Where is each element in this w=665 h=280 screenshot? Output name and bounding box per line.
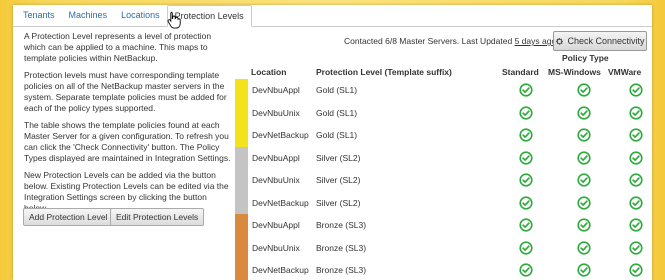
check-circle-icon [577, 83, 591, 97]
location-cell: DevNbuUnix [252, 175, 300, 186]
check-circle-icon [577, 240, 591, 255]
protection-levels-panel: Tenants Machines Locations Protection Le… [13, 5, 652, 280]
tab-tenants[interactable]: Tenants [16, 5, 62, 26]
gear-icon [556, 37, 564, 45]
column-header-ms-windows: MS-Windows [548, 67, 601, 77]
protection-level-cell: Bronze (SL3) [316, 242, 367, 253]
check-circle-icon [519, 195, 533, 210]
table-row: DevNetBackup Gold (SL1) [235, 124, 652, 147]
protection-level-cell: Silver (SL2) [316, 152, 361, 163]
check-circle-icon [577, 263, 591, 277]
column-header-vmware: VMWare [608, 67, 642, 77]
check-circle-icon [519, 83, 533, 97]
check-circle-icon [519, 218, 533, 232]
location-cell: DevNetBackup [252, 265, 309, 276]
protection-level-table: DevNbuAppl Gold (SL1) DevNbuUnix Gold (SL1)… [235, 79, 652, 280]
column-header-protection-level: Protection Level (Template suffix) [316, 67, 452, 77]
description-section: A Protection Level represents a level of… [24, 31, 232, 220]
table-row: DevNbuUnix Silver (SL2) [235, 169, 652, 192]
protection-level-cell: Silver (SL2) [316, 197, 361, 208]
protection-level-cell: Bronze (SL3) [316, 265, 367, 276]
protection-level-cell: Gold (SL1) [316, 85, 358, 96]
check-circle-icon [629, 173, 643, 187]
check-circle-icon [629, 263, 643, 277]
check-circle-icon [519, 150, 533, 165]
check-circle-icon [629, 150, 643, 165]
hand-pointer-icon [167, 11, 181, 29]
table-row: DevNetBackup Bronze (SL3) [235, 259, 652, 280]
protection-tier-color-bar [235, 101, 248, 124]
table-row: DevNbuUnix Gold (SL1) [235, 101, 652, 124]
check-circle-icon [519, 263, 533, 277]
table-row: DevNbuAppl Bronze (SL3) [235, 214, 652, 237]
protection-tier-color-bar [235, 236, 248, 259]
location-cell: DevNbuUnix [252, 107, 300, 118]
protection-tier-color-bar [235, 124, 248, 147]
location-cell: DevNbuAppl [252, 220, 300, 231]
status-prefix: Contacted 6/8 Master Servers. Last Updat… [344, 36, 513, 46]
check-connectivity-label: Check Connectivity [567, 36, 645, 46]
policy-type-header: Policy Type [562, 53, 609, 63]
protection-level-cell: Bronze (SL3) [316, 220, 367, 231]
check-circle-icon [629, 218, 643, 232]
tab-bar: Tenants Machines Locations Protection Le… [13, 5, 652, 27]
table-row: DevNbuAppl Gold (SL1) [235, 79, 652, 102]
check-connectivity-button[interactable]: Check Connectivity [553, 31, 647, 51]
check-circle-icon [519, 240, 533, 255]
protection-level-cell: Gold (SL1) [316, 107, 358, 118]
description-paragraph: Protection levels must have correspondin… [24, 70, 227, 113]
location-cell: DevNbuAppl [252, 152, 300, 163]
protection-level-cell: Gold (SL1) [316, 130, 358, 141]
protection-tier-color-bar [235, 146, 248, 169]
column-header-location: Location [251, 67, 287, 77]
check-circle-icon [577, 128, 591, 142]
check-circle-icon [629, 83, 643, 97]
last-updated-link[interactable]: 5 days ago [515, 36, 557, 46]
tab-locations[interactable]: Locations [114, 5, 167, 26]
edit-protection-levels-button[interactable]: Edit Protection Levels [110, 208, 205, 226]
table-row: DevNetBackup Silver (SL2) [235, 191, 652, 214]
location-cell: DevNetBackup [252, 197, 309, 208]
location-cell: DevNbuUnix [252, 242, 300, 253]
protection-tier-color-bar [235, 214, 248, 237]
check-circle-icon [629, 105, 643, 120]
check-circle-icon [629, 240, 643, 255]
table-row: DevNbuAppl Silver (SL2) [235, 146, 652, 169]
check-circle-icon [629, 195, 643, 210]
check-circle-icon [519, 105, 533, 120]
check-circle-icon [577, 173, 591, 187]
protection-tier-color-bar [235, 169, 248, 192]
location-cell: DevNbuAppl [252, 85, 300, 96]
protection-tier-color-bar [235, 259, 248, 280]
check-circle-icon [519, 173, 533, 187]
check-circle-icon [577, 218, 591, 232]
protection-tier-color-bar [235, 191, 248, 214]
check-circle-icon [577, 195, 591, 210]
check-circle-icon [629, 128, 643, 142]
check-circle-icon [577, 105, 591, 120]
protection-tier-color-bar [235, 79, 248, 102]
tab-machines[interactable]: Machines [62, 5, 115, 26]
status-text: Contacted 6/8 Master Servers. Last Updat… [344, 36, 556, 46]
check-circle-icon [577, 150, 591, 165]
check-circle-icon [519, 128, 533, 142]
table-row: DevNbuUnix Bronze (SL3) [235, 236, 652, 259]
description-paragraph: The table shows the template policies fo… [24, 120, 231, 163]
column-header-standard: Standard [502, 67, 539, 77]
protection-level-cell: Silver (SL2) [316, 175, 361, 186]
description-paragraph: A Protection Level represents a level of… [24, 31, 212, 63]
add-protection-level-button[interactable]: Add Protection Level [23, 208, 114, 226]
location-cell: DevNetBackup [252, 130, 309, 141]
